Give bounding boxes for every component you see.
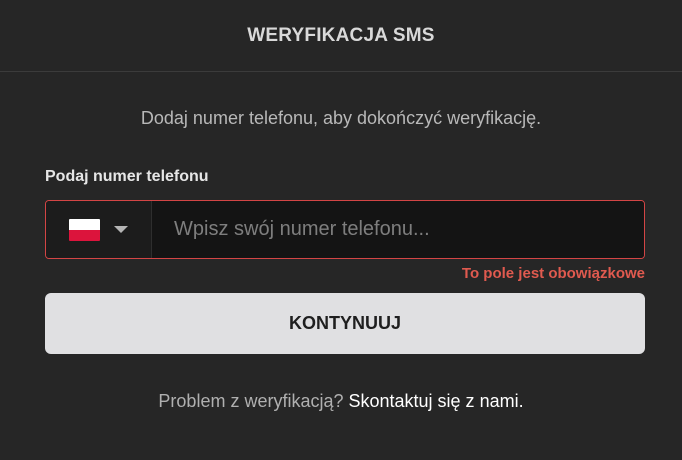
phone-field-label: Podaj numer telefonu xyxy=(45,168,209,185)
instruction-text: Dodaj numer telefonu, aby dokończyć wery… xyxy=(140,108,542,128)
contact-us-link[interactable]: Skontaktuj się z nami. xyxy=(349,391,524,411)
support-footer: Problem z weryfikacją? Skontaktuj się z … xyxy=(0,391,682,412)
phone-field xyxy=(45,200,645,259)
support-question: Problem z weryfikacją? xyxy=(158,391,344,411)
chevron-down-icon xyxy=(114,226,128,233)
phone-error-message: To pole jest obowiązkowe xyxy=(461,265,645,282)
modal-header: WERYFIKACJA SMS xyxy=(0,0,682,72)
poland-flag-icon xyxy=(69,218,100,241)
sms-verification-modal: WERYFIKACJA SMS Dodaj numer telefonu, ab… xyxy=(0,0,682,460)
phone-number-input[interactable] xyxy=(152,201,644,258)
continue-button[interactable]: KONTYNUUJ xyxy=(45,293,645,354)
modal-title: WERYFIKACJA SMS xyxy=(247,24,435,46)
country-code-select[interactable] xyxy=(46,201,152,258)
